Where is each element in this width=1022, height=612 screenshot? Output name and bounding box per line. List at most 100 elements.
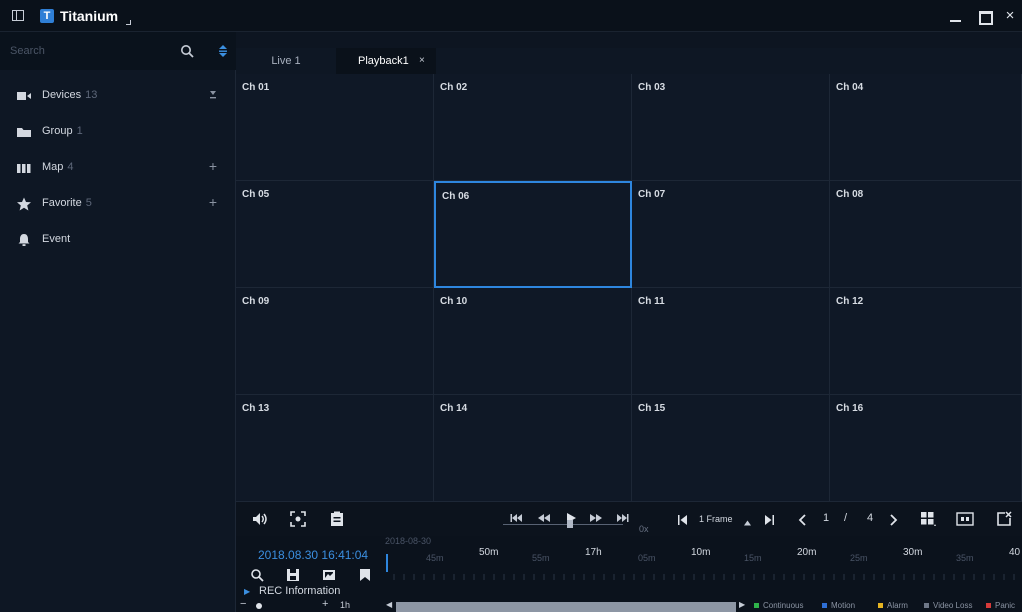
- sort-icon[interactable]: [217, 44, 229, 58]
- page-total: 4: [867, 512, 874, 524]
- video-cell[interactable]: Ch 16: [830, 395, 1022, 502]
- video-cell[interactable]: Ch 08: [830, 181, 1022, 288]
- video-cell[interactable]: Ch 01: [236, 74, 434, 181]
- camera-icon: [17, 92, 31, 100]
- maximize-button[interactable]: [974, 6, 994, 26]
- timeline-tick-label: 45m: [426, 553, 444, 563]
- add-map-button[interactable]: +: [206, 159, 220, 173]
- bookmark-icon[interactable]: [358, 568, 372, 582]
- aspect-ratio-icon[interactable]: [956, 511, 974, 527]
- timeline-scrollbar[interactable]: [396, 602, 736, 612]
- frame-step-dropdown-icon[interactable]: [744, 515, 751, 531]
- timeline-tick-label: 35m: [956, 553, 974, 563]
- channel-label: Ch 08: [836, 189, 864, 200]
- save-icon[interactable]: [286, 568, 300, 582]
- timeline-tick-label: 20m: [797, 547, 817, 558]
- timeline-tick-label: 25m: [850, 553, 868, 563]
- star-icon: [17, 197, 31, 211]
- next-frame-icon[interactable]: [764, 512, 774, 528]
- download-icon[interactable]: [206, 87, 220, 101]
- search-icon[interactable]: [180, 44, 194, 58]
- folder-icon: [17, 128, 31, 137]
- timeline-tick-label: 30m: [903, 547, 923, 558]
- legend-swatch: [754, 603, 759, 609]
- timeline-tick-label: 17h: [585, 547, 602, 558]
- video-cell[interactable]: Ch 14: [434, 395, 632, 502]
- prev-frame-icon[interactable]: [678, 512, 688, 528]
- grid-layout-icon[interactable]: [920, 511, 936, 527]
- sidebar-item-count: 13: [85, 89, 98, 101]
- playback-control-bar: 0x 1 Frame 1 / 4: [236, 502, 1022, 536]
- timeline-tick-label: 10m: [691, 547, 711, 558]
- volume-icon[interactable]: [252, 511, 268, 527]
- video-cell[interactable]: Ch 13: [236, 395, 434, 502]
- snapshot-icon[interactable]: [322, 568, 336, 582]
- speed-slider-track[interactable]: [503, 524, 623, 525]
- video-cell[interactable]: Ch 04: [830, 74, 1022, 181]
- page-current: 1: [823, 512, 830, 524]
- rec-information-label[interactable]: REC Information: [259, 585, 340, 597]
- sidebar-item-group[interactable]: Group 1: [0, 114, 236, 150]
- channel-label: Ch 12: [836, 296, 864, 307]
- channel-label: Ch 11: [638, 296, 665, 307]
- rec-info-expand-icon[interactable]: ▶: [244, 587, 250, 596]
- sidebar-item-event[interactable]: Event: [0, 222, 236, 258]
- video-cell[interactable]: Ch 11: [632, 288, 830, 395]
- video-cell[interactable]: Ch 03: [632, 74, 830, 181]
- close-button[interactable]: ×: [1000, 6, 1020, 26]
- app-name[interactable]: Titanium: [60, 8, 118, 24]
- tab-bar: Live 1 Playback1 ×: [236, 48, 1022, 74]
- minimize-button[interactable]: [946, 6, 966, 26]
- legend-item: Video Loss: [924, 601, 972, 610]
- clipboard-icon[interactable]: [330, 511, 344, 527]
- app-menu-caret-icon[interactable]: [126, 20, 131, 25]
- tab-playback-1[interactable]: Playback1 ×: [336, 48, 436, 74]
- video-cell[interactable]: Ch 15: [632, 395, 830, 502]
- capture-icon[interactable]: [290, 511, 306, 527]
- channel-label: Ch 04: [836, 82, 864, 93]
- zoom-level: 1h: [340, 600, 351, 610]
- timeline-tick-label: 40: [1009, 547, 1021, 558]
- channel-label: Ch 07: [638, 189, 666, 200]
- sidebar-item-label: Event: [42, 233, 71, 245]
- map-icon: [17, 164, 31, 173]
- zoom-slider-handle[interactable]: [256, 603, 262, 609]
- tab-live-1[interactable]: Live 1: [236, 48, 336, 74]
- zoom-out-button[interactable]: −: [240, 598, 246, 610]
- video-cell[interactable]: Ch 12: [830, 288, 1022, 395]
- channel-label: Ch 13: [242, 403, 270, 414]
- channel-label: Ch 06: [442, 191, 470, 202]
- sidebar-item-favorite[interactable]: Favorite 5 +: [0, 186, 236, 222]
- channel-label: Ch 01: [242, 82, 270, 93]
- add-favorite-button[interactable]: +: [206, 195, 220, 209]
- popout-window-icon[interactable]: [996, 511, 1012, 527]
- search-input[interactable]: [10, 43, 170, 59]
- scroll-right-icon[interactable]: ▶: [739, 600, 745, 609]
- legend-swatch: [878, 603, 883, 609]
- next-page-icon[interactable]: [890, 512, 898, 528]
- panel-toggle-icon[interactable]: [12, 10, 24, 21]
- legend-swatch: [822, 603, 827, 609]
- channel-label: Ch 02: [440, 82, 468, 93]
- tab-close-icon[interactable]: ×: [419, 48, 425, 74]
- speed-slider-handle[interactable]: [567, 520, 573, 528]
- page-separator: /: [844, 512, 848, 524]
- channel-label: Ch 16: [836, 403, 864, 414]
- frame-step-label: 1 Frame: [699, 514, 733, 524]
- timeline-panel: 2018.08.30 16:41:04 2018-08-30 ▶ REC Inf…: [236, 536, 1022, 600]
- video-cell[interactable]: Ch 06: [434, 181, 632, 288]
- scroll-left-icon[interactable]: ◀: [386, 600, 392, 609]
- prev-page-icon[interactable]: [798, 512, 806, 528]
- video-cell[interactable]: Ch 07: [632, 181, 830, 288]
- video-cell[interactable]: Ch 05: [236, 181, 434, 288]
- video-cell[interactable]: Ch 02: [434, 74, 632, 181]
- search-icon[interactable]: [250, 568, 264, 582]
- sidebar-item-map[interactable]: Map 4 +: [0, 150, 236, 186]
- zoom-in-button[interactable]: +: [322, 598, 328, 610]
- sidebar-item-count: 1: [76, 125, 83, 137]
- sidebar-item-devices[interactable]: Devices 13: [0, 78, 236, 114]
- legend-item: Panic: [986, 601, 1015, 610]
- video-cell[interactable]: Ch 10: [434, 288, 632, 395]
- channel-label: Ch 05: [242, 189, 270, 200]
- video-cell[interactable]: Ch 09: [236, 288, 434, 395]
